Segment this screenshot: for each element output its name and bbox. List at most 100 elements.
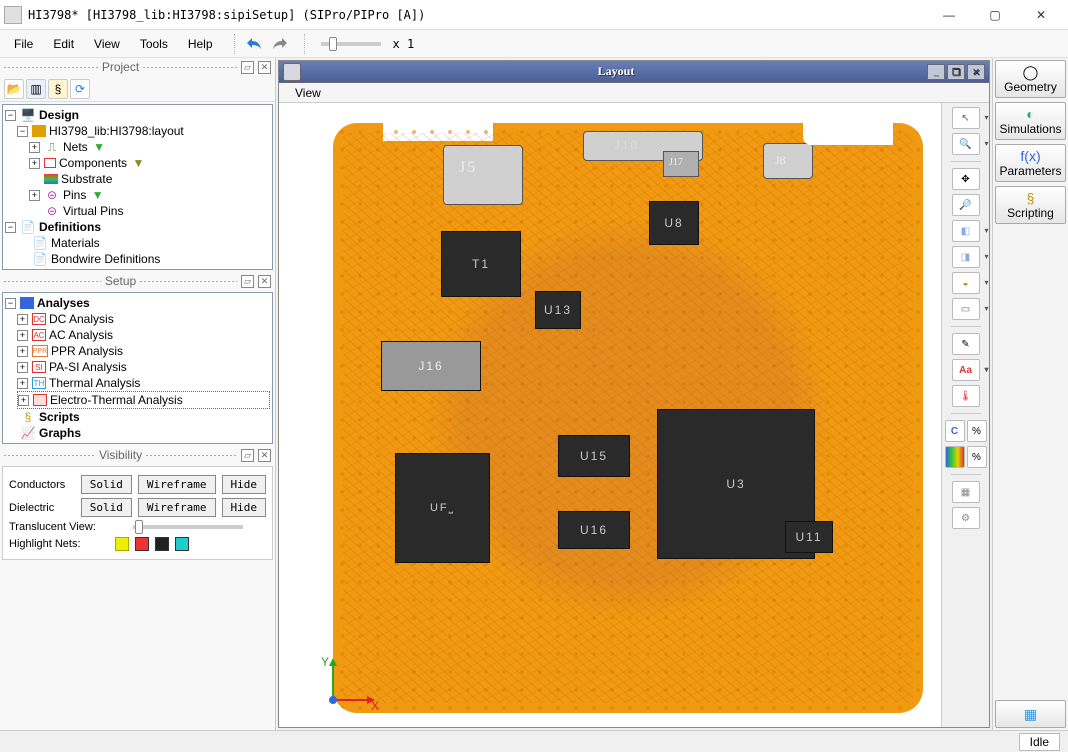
project-tb-refresh-icon[interactable]: ⟳ [70, 79, 90, 99]
tree-ac[interactable]: +ACAC Analysis [17, 327, 270, 343]
grid-tool[interactable]: ▦ [952, 481, 980, 503]
tree-layout[interactable]: −HI3798_lib:HI3798:layout [17, 123, 270, 139]
tab-geometry[interactable]: ◯Geometry [995, 60, 1066, 98]
label-J17: J17 [669, 157, 683, 168]
view-cube-2[interactable]: ◨ [952, 246, 980, 268]
redo-button[interactable] [269, 33, 291, 55]
menu-view[interactable]: View [86, 33, 128, 55]
tree-pins[interactable]: +⊝Pins ▼ [29, 187, 270, 203]
layout-canvas[interactable]: T1 U8 U13 J16 UF⎵ U15 U16 U3 U11 J5 J10 [279, 103, 941, 727]
menu-help[interactable]: Help [180, 33, 221, 55]
menubar: File Edit View Tools Help x 1 [0, 30, 1068, 58]
undo-button[interactable] [243, 33, 265, 55]
svg-text:X: X [371, 699, 379, 713]
visibility-close-button[interactable]: ✕ [258, 449, 271, 462]
tree-dc[interactable]: +DCDC Analysis [17, 311, 270, 327]
layout-close-button[interactable]: ✕ [967, 64, 985, 80]
conductors-hide-button[interactable]: Hide [222, 475, 267, 494]
chip-UF: UF⎵ [395, 453, 490, 563]
tree-graphs[interactable]: +📈Graphs [5, 425, 270, 441]
project-tb-open-icon[interactable]: 📂 [4, 79, 24, 99]
layer-tool[interactable]: ◒ [952, 272, 980, 294]
net-swatch-4[interactable] [175, 537, 189, 551]
tree-components[interactable]: +Components ▼ [29, 155, 270, 171]
tree-bondwire[interactable]: +📄Bondwire Definitions [17, 251, 270, 267]
close-button[interactable]: ✕ [1018, 0, 1064, 30]
titlebar: HI3798* [HI3798_lib:HI3798:sipiSetup] (S… [0, 0, 1068, 30]
tree-materials[interactable]: +📄Materials [17, 235, 270, 251]
menu-file[interactable]: File [6, 33, 41, 55]
statusbar: Idle [0, 730, 1068, 752]
tree-pasi[interactable]: +SIPA-SI Analysis [17, 359, 270, 375]
tree-design[interactable]: −🖥️Design [5, 107, 270, 123]
tree-vpins[interactable]: +⊝Virtual Pins [29, 203, 270, 219]
select-tool[interactable]: ↖ [952, 107, 980, 129]
tree-nets[interactable]: +⎍Nets ▼ [29, 139, 270, 155]
windows-icon: ▦ [1024, 706, 1037, 722]
app-icon [4, 6, 22, 24]
tree-scripts[interactable]: +§Scripts [5, 409, 270, 425]
c-button[interactable]: C [945, 420, 965, 442]
simulations-icon: ◐ [1026, 106, 1034, 122]
project-close-button[interactable]: ✕ [258, 61, 271, 74]
text-tool[interactable]: Aa [952, 359, 980, 381]
shade-tool[interactable]: ▭ [952, 298, 980, 320]
tree-thermal[interactable]: +THThermal Analysis [17, 375, 270, 391]
highlight-label: Highlight Nets: [9, 538, 109, 550]
palette-button[interactable] [945, 446, 965, 468]
pen-tool[interactable]: ✎ [952, 333, 980, 355]
tab-parameters[interactable]: f(x)Parameters [995, 144, 1066, 182]
axis-indicator: X Y [317, 656, 377, 719]
tab-windows[interactable]: ▦ [995, 700, 1066, 728]
visibility-max-button[interactable]: ▱ [241, 449, 254, 462]
chip-U8: U8 [649, 201, 699, 245]
dielectric-wireframe-button[interactable]: Wireframe [138, 498, 216, 517]
dielectric-solid-button[interactable]: Solid [81, 498, 132, 517]
zoom-in-tool[interactable]: 🔎 [952, 194, 980, 216]
setup-max-button[interactable]: ▱ [241, 275, 254, 288]
minimize-button[interactable]: — [926, 0, 972, 30]
gear-tool[interactable]: ⚙ [952, 507, 980, 529]
layout-minimize-button[interactable]: _ [927, 64, 945, 80]
maximize-button[interactable]: ▢ [972, 0, 1018, 30]
tree-analyses[interactable]: −Analyses [5, 295, 270, 311]
zoom-tool[interactable]: 🔍 [952, 133, 980, 155]
chip-U15: U15 [558, 435, 630, 477]
tree-definitions[interactable]: −📄Definitions [5, 219, 270, 235]
tab-scripting[interactable]: §Scripting [995, 186, 1066, 224]
fit-tool[interactable]: ✥ [952, 168, 980, 190]
setup-panel-title: Setup [105, 274, 136, 288]
percent-button-1[interactable]: % [967, 420, 987, 442]
thermometer-tool[interactable]: 🌡 [952, 385, 980, 407]
tree-electro-thermal[interactable]: +Electro-Thermal Analysis [17, 391, 270, 409]
view-cube-1[interactable]: ◧ [952, 220, 980, 242]
zoom-slider[interactable] [321, 42, 381, 46]
dielectric-hide-button[interactable]: Hide [222, 498, 267, 517]
label-J8: J8 [775, 153, 786, 168]
tab-simulations[interactable]: ◐Simulations [995, 102, 1066, 140]
project-tb-spiral-icon[interactable]: § [48, 79, 68, 99]
filter-icon: ▼ [130, 156, 146, 170]
project-tb-window-icon[interactable]: ▥ [26, 79, 46, 99]
setup-close-button[interactable]: ✕ [258, 275, 271, 288]
layout-window-titlebar[interactable]: Layout _ ❐ ✕ [279, 61, 989, 83]
conductors-wireframe-button[interactable]: Wireframe [138, 475, 216, 494]
menu-tools[interactable]: Tools [132, 33, 176, 55]
menu-edit[interactable]: Edit [45, 33, 82, 55]
conductors-solid-button[interactable]: Solid [81, 475, 132, 494]
translucent-slider[interactable] [133, 525, 243, 529]
conductors-label: Conductors [9, 479, 75, 491]
percent-button-2[interactable]: % [967, 446, 987, 468]
layout-menu-view[interactable]: View [287, 82, 329, 104]
scripting-icon: § [1027, 190, 1035, 206]
status-idle: Idle [1019, 733, 1060, 751]
net-swatch-3[interactable] [155, 537, 169, 551]
filter-icon: ▼ [90, 188, 106, 202]
net-swatch-1[interactable] [115, 537, 129, 551]
project-max-button[interactable]: ▱ [241, 61, 254, 74]
filter-icon: ▼ [91, 140, 107, 154]
tree-ppr[interactable]: +PPRPPR Analysis [17, 343, 270, 359]
layout-restore-button[interactable]: ❐ [947, 64, 965, 80]
net-swatch-2[interactable] [135, 537, 149, 551]
tree-substrate[interactable]: +Substrate [29, 171, 270, 187]
